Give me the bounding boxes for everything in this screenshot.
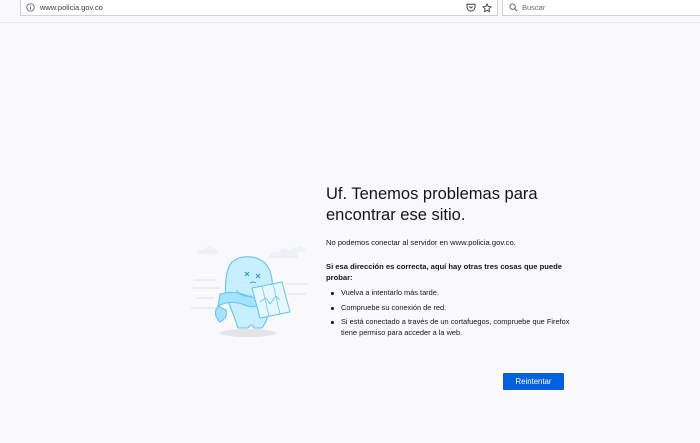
info-icon[interactable] (24, 2, 36, 14)
error-content: Uf. Tenemos problemas para encontrar ese… (326, 184, 576, 342)
error-illustration (190, 236, 312, 340)
tips-heading: Si esa dirección es correcta, aquí hay o… (326, 262, 562, 282)
pocket-icon[interactable] (465, 2, 477, 14)
browser-toolbar: www.policia.gov.co (0, 0, 700, 22)
error-title: Uf. Tenemos problemas para encontrar ese… (326, 185, 538, 224)
tips-list: Vuelva a intentarlo más tarde. Compruebe… (326, 288, 576, 338)
url-actions (465, 2, 493, 14)
toolbar-divider (0, 22, 700, 23)
list-item: Vuelva a intentarlo más tarde. (330, 288, 576, 299)
url-bar[interactable]: www.policia.gov.co (20, 0, 498, 16)
search-bar[interactable] (502, 0, 700, 16)
search-icon (507, 2, 519, 14)
star-icon[interactable] (481, 2, 493, 14)
url-text[interactable]: www.policia.gov.co (40, 3, 465, 12)
error-description: No podemos conectar al servidor en www.p… (326, 238, 516, 247)
list-item: Si está conectado a través de un cortafu… (330, 317, 576, 338)
retry-button[interactable]: Reintentar (503, 373, 564, 390)
list-item: Compruebe su conexión de red. (330, 303, 576, 314)
search-input[interactable] (522, 3, 692, 12)
